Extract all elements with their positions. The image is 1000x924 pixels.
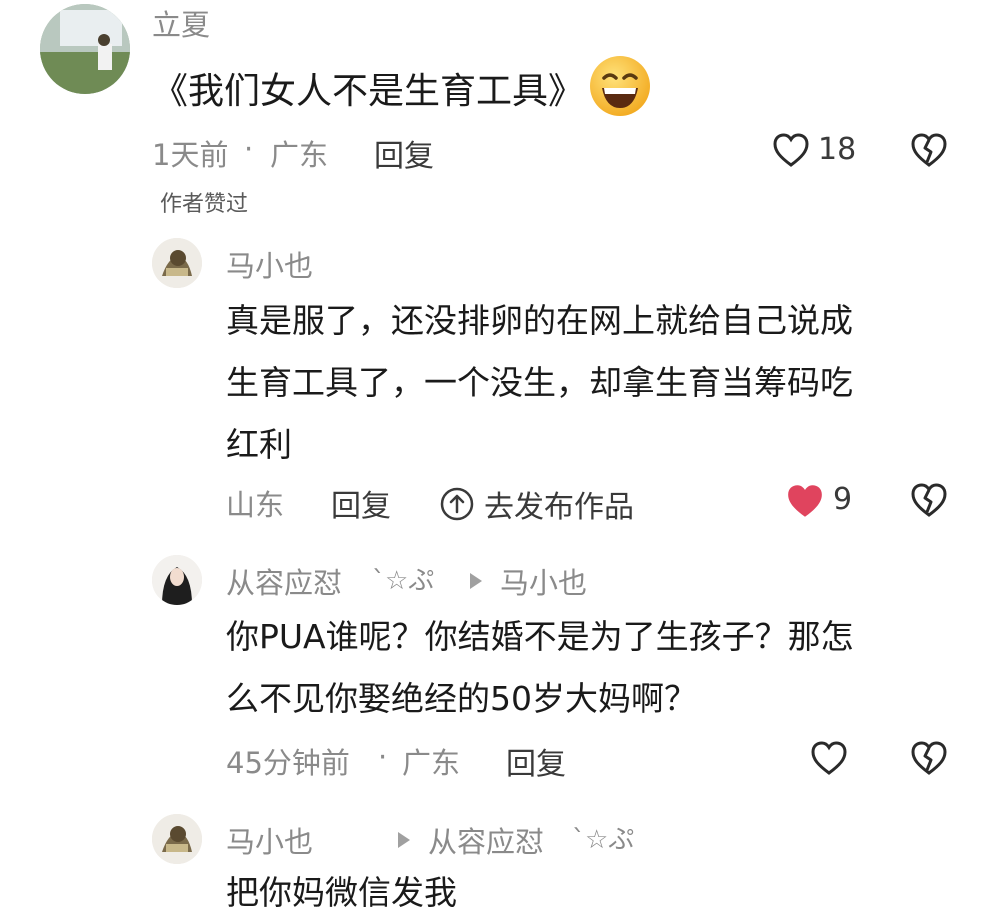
- reply-text: 你PUA谁呢？你结婚不是为了生孩子？那怎 么不见你娶绝经的50岁大妈啊？: [226, 606, 854, 730]
- reply-text: 把你妈微信发我: [226, 862, 457, 924]
- broken-heart-icon: [911, 133, 947, 167]
- reply-location: 广东: [402, 746, 461, 780]
- reply-text: 真是服了，还没排卵的在网上就给自己说成 生育工具了，一个没生，却拿生育当筹码吃 …: [226, 290, 853, 476]
- reply-text-line: 么不见你娶绝经的50岁大妈啊？: [226, 679, 697, 718]
- broken-heart-icon: [911, 741, 947, 775]
- avatar[interactable]: [152, 238, 202, 288]
- arrow-up-circle-icon: [440, 487, 474, 521]
- reply-to-arrow-icon: [470, 570, 482, 589]
- author-decoration: ˋ☆ぷ: [372, 566, 435, 596]
- dislike-button[interactable]: [910, 482, 948, 518]
- reply-author[interactable]: 从容应怼: [226, 560, 342, 602]
- like-button[interactable]: [772, 132, 810, 168]
- comment-author[interactable]: 立夏: [152, 2, 210, 44]
- reply-time: 45分钟前: [226, 746, 350, 780]
- broken-heart-icon: [911, 483, 947, 517]
- meta-separator: ·: [378, 740, 388, 774]
- heart-outline-icon: [773, 133, 809, 167]
- avatar[interactable]: [152, 555, 202, 605]
- publish-work-button[interactable]: 去发布作品: [440, 482, 634, 526]
- like-count: 18: [818, 132, 857, 167]
- reply-to-user[interactable]: 从容应怼: [428, 819, 544, 861]
- reply-to-user[interactable]: 马小也: [500, 560, 587, 602]
- avatar[interactable]: [40, 4, 130, 94]
- reply-text-line: 真是服了，还没排卵的在网上就给自己说成: [226, 301, 853, 340]
- reply-button[interactable]: 回复: [331, 481, 391, 525]
- like-button[interactable]: [785, 482, 825, 520]
- grinning-face-emoji-icon: [588, 54, 652, 118]
- reply-text-line: 红利: [226, 425, 292, 464]
- avatar[interactable]: [152, 814, 202, 864]
- comment-text: 《我们女人不是生育工具》: [152, 71, 585, 112]
- author-decoration: ˋ☆ぷ: [572, 825, 635, 855]
- reply-author[interactable]: 马小也: [226, 819, 313, 861]
- reply-button[interactable]: 回复: [506, 739, 566, 783]
- reply-location: 山东: [226, 488, 285, 522]
- publish-work-label: 去发布作品: [484, 490, 634, 525]
- reply-text-line: 生育工具了，一个没生，却拿生育当筹码吃: [226, 363, 853, 402]
- reply-button[interactable]: 回复: [374, 131, 434, 175]
- like-button[interactable]: [810, 740, 848, 776]
- reply-author[interactable]: 马小也: [226, 243, 313, 285]
- meta-separator: ·: [244, 132, 254, 166]
- author-liked-badge: 作者赞过: [160, 192, 249, 217]
- heart-filled-icon: [788, 485, 822, 517]
- reply-text-line: 你PUA谁呢？你结婚不是为了生孩子？那怎: [226, 617, 854, 656]
- reply-to-arrow-icon: [398, 829, 410, 848]
- like-count: 9: [833, 482, 853, 517]
- dislike-button[interactable]: [910, 132, 948, 168]
- reply-text-line: 把你妈微信发我: [226, 873, 457, 912]
- dislike-button[interactable]: [910, 740, 948, 776]
- comment-location: 广东: [270, 138, 329, 172]
- comment-time: 1天前: [152, 138, 229, 172]
- heart-outline-icon: [811, 741, 847, 775]
